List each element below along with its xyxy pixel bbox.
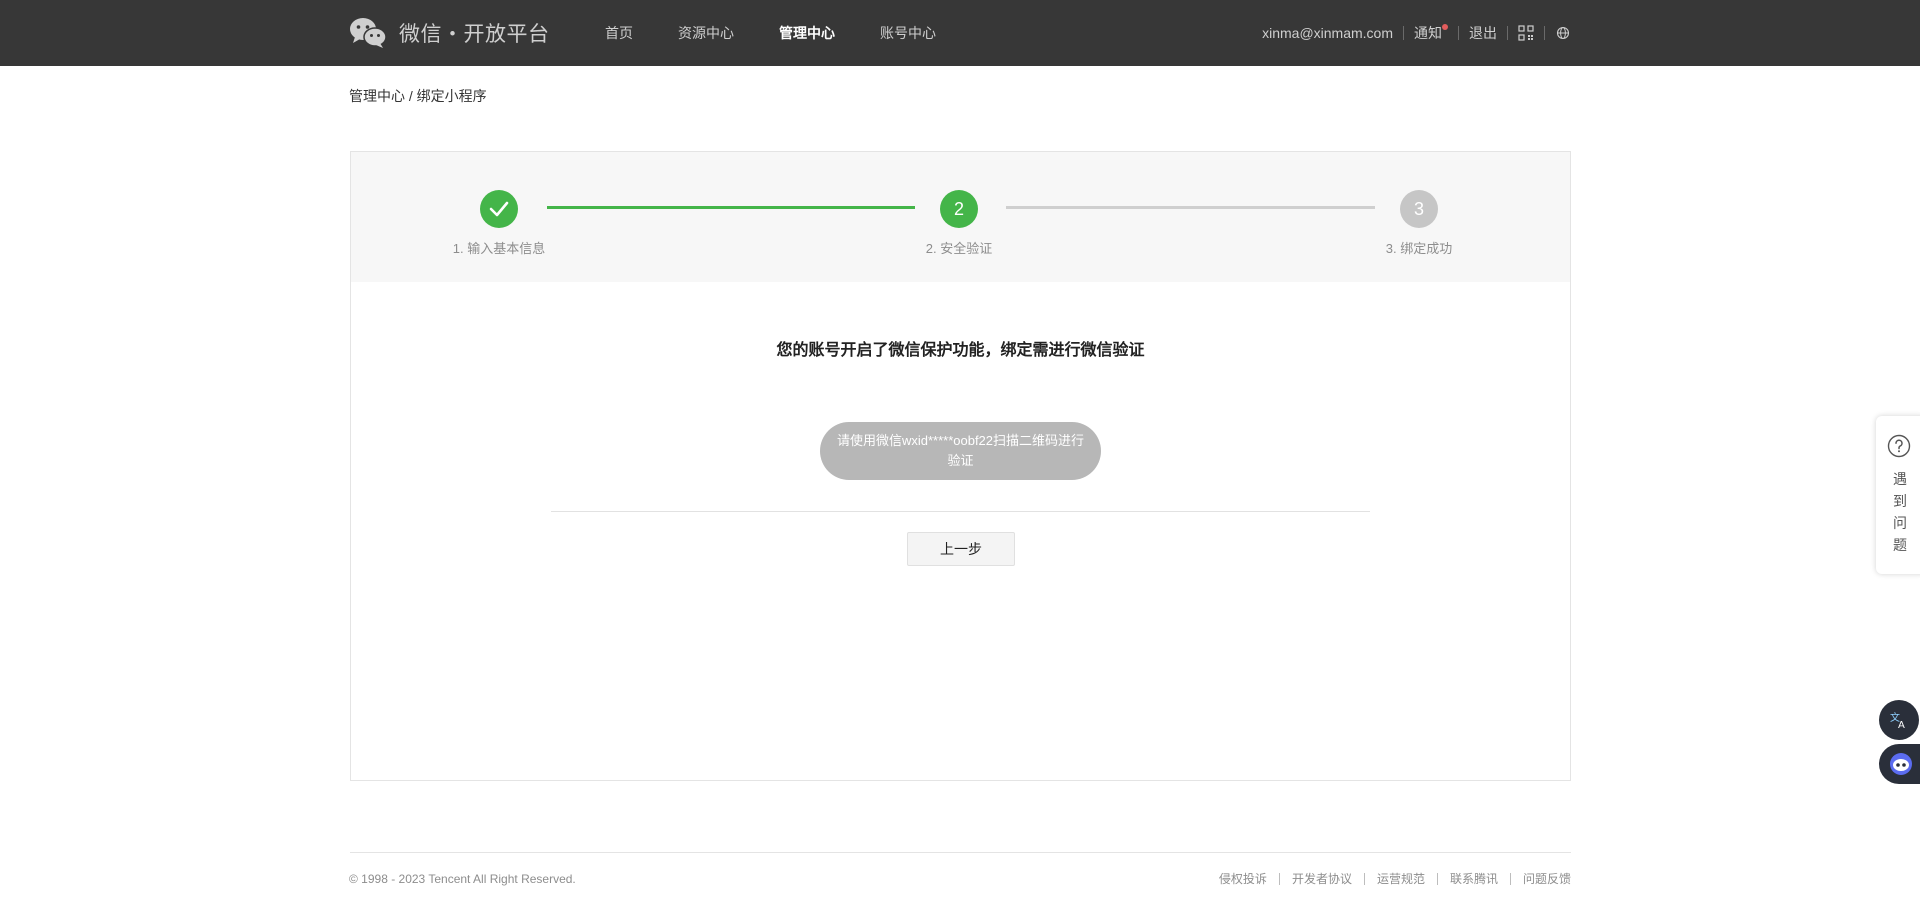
bind-miniprogram-panel: 1. 输入基本信息 2 2. 安全验证 3 3. 绑定成功 您的账号开启了微信保… [350, 151, 1571, 781]
nav-account[interactable]: 账号中心 [880, 23, 936, 43]
step-2-3-connector [1006, 206, 1375, 209]
question-icon [1887, 434, 1911, 458]
step-2-label: 2. 安全验证 [925, 241, 993, 256]
footer-link-developer-agreement[interactable]: 开发者协议 [1292, 870, 1352, 887]
notify-dot [1442, 24, 1448, 30]
footer-divider [350, 852, 1571, 853]
checkmark-icon [489, 201, 509, 217]
step-3-circle: 3 [1400, 190, 1438, 228]
breadcrumb-current: 绑定小程序 [416, 88, 487, 104]
logo[interactable]: 微信・开放平台 [349, 17, 550, 49]
step-3-label: 3. 绑定成功 [1385, 241, 1453, 256]
scan-qrcode-button[interactable]: 请使用微信wxid*****oobf22扫描二维码进行验证 [820, 422, 1101, 480]
translate-button[interactable]: 文 A [1879, 700, 1919, 740]
nav-resources[interactable]: 资源中心 [678, 23, 734, 43]
header-user-area: xinma@xinmam.com 通知 退出 [1262, 0, 1571, 66]
step-2-circle: 2 [940, 190, 978, 228]
top-header: 微信・开放平台 首页 资源中心 管理中心 账号中心 xinma@xinmam.c… [0, 0, 1920, 66]
divider [1278, 872, 1280, 885]
main-nav: 首页 资源中心 管理中心 账号中心 [605, 0, 981, 66]
robot-icon [1890, 753, 1912, 775]
breadcrumb: 管理中心 / 绑定小程序 [349, 86, 487, 106]
account-email[interactable]: xinma@xinmam.com [1262, 25, 1393, 41]
previous-step-button[interactable]: 上一步 [907, 532, 1015, 566]
wechat-logo-icon [350, 18, 387, 48]
divider [1458, 26, 1459, 40]
assistant-bot-button[interactable] [1879, 744, 1920, 784]
divider [1363, 872, 1365, 885]
footer-link-operation-rules[interactable]: 运营规范 [1377, 870, 1425, 887]
divider [1436, 872, 1438, 885]
globe-icon[interactable] [1555, 25, 1571, 41]
divider [1544, 26, 1545, 40]
step-1-label: 1. 输入基本信息 [452, 241, 546, 256]
verify-title: 您的账号开启了微信保护功能，绑定需进行微信验证 [776, 342, 1145, 359]
divider [1507, 26, 1508, 40]
translate-icon: 文 A [1890, 711, 1905, 731]
notify-link[interactable]: 通知 [1414, 23, 1448, 43]
footer-link-feedback[interactable]: 问题反馈 [1523, 870, 1571, 887]
divider [1509, 872, 1511, 885]
help-tab-label: 遇到问题 [1893, 471, 1907, 553]
logout-link[interactable]: 退出 [1469, 23, 1497, 43]
breadcrumb-parent[interactable]: 管理中心 [349, 88, 405, 104]
copyright: © 1998 - 2023 Tencent All Right Reserved… [349, 872, 576, 886]
footer-link-infringement[interactable]: 侵权投诉 [1219, 870, 1267, 887]
nav-management[interactable]: 管理中心 [779, 23, 835, 43]
qrcode-icon[interactable] [1518, 25, 1534, 41]
svg-text:A: A [1898, 720, 1905, 731]
step-1-circle [480, 190, 518, 228]
help-tab[interactable]: 遇到问题 [1876, 416, 1920, 574]
step-1-2-connector [547, 206, 915, 209]
notify-label: 通知 [1414, 25, 1442, 41]
divider [1403, 26, 1404, 40]
nav-home[interactable]: 首页 [605, 23, 633, 43]
divider [551, 511, 1370, 512]
breadcrumb-separator: / [405, 88, 417, 104]
progress-steps: 1. 输入基本信息 2 2. 安全验证 3 3. 绑定成功 [351, 152, 1570, 282]
logo-text: 微信・开放平台 [399, 23, 550, 46]
footer-links: 侵权投诉 开发者协议 运营规范 联系腾讯 问题反馈 [1219, 870, 1571, 887]
footer-link-contact[interactable]: 联系腾讯 [1450, 870, 1498, 887]
